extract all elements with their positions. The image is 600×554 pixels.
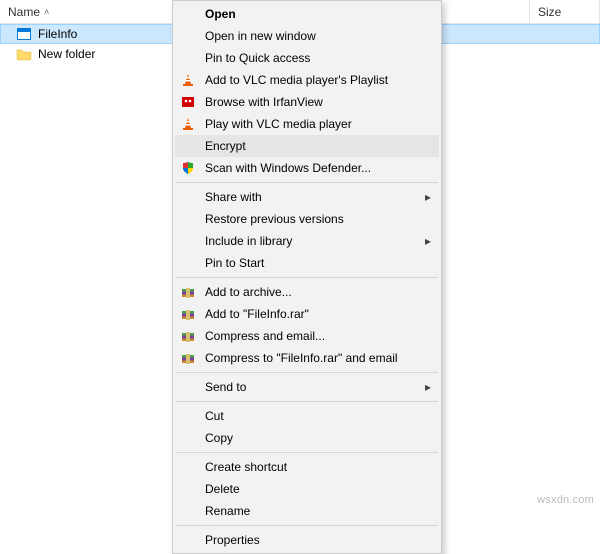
winrar-icon <box>177 347 199 369</box>
window-icon <box>16 26 32 42</box>
menu-label: Cut <box>205 409 419 423</box>
menu-encrypt[interactable]: Encrypt <box>175 135 439 157</box>
menu-properties[interactable]: Properties <box>175 529 439 551</box>
column-header-size-label: Size <box>538 5 561 19</box>
menu-label: Add to archive... <box>205 285 419 299</box>
menu-label: Rename <box>205 504 419 518</box>
winrar-icon <box>177 303 199 325</box>
blank-icon <box>177 456 199 478</box>
context-menu: Open Open in new window Pin to Quick acc… <box>172 0 442 554</box>
blank-icon <box>177 135 199 157</box>
blank-icon <box>177 3 199 25</box>
menu-cut[interactable]: Cut <box>175 405 439 427</box>
menu-separator <box>176 452 438 453</box>
menu-label: Add to VLC media player's Playlist <box>205 73 419 87</box>
menu-delete[interactable]: Delete <box>175 478 439 500</box>
menu-restore-previous[interactable]: Restore previous versions <box>175 208 439 230</box>
submenu-arrow-icon: ▸ <box>425 380 431 394</box>
menu-compress-rar-email[interactable]: Compress to "FileInfo.rar" and email <box>175 347 439 369</box>
menu-create-shortcut[interactable]: Create shortcut <box>175 456 439 478</box>
menu-pin-quick-access[interactable]: Pin to Quick access <box>175 47 439 69</box>
blank-icon <box>177 500 199 522</box>
blank-icon <box>177 25 199 47</box>
column-header-name-label: Name <box>8 5 40 19</box>
menu-rename[interactable]: Rename <box>175 500 439 522</box>
menu-label: Restore previous versions <box>205 212 419 226</box>
watermark: wsxdn.com <box>537 494 594 506</box>
menu-label: Send to <box>205 380 419 394</box>
menu-label: Copy <box>205 431 419 445</box>
blank-icon <box>177 529 199 551</box>
winrar-icon <box>177 325 199 347</box>
menu-copy[interactable]: Copy <box>175 427 439 449</box>
blank-icon <box>177 230 199 252</box>
menu-separator <box>176 372 438 373</box>
menu-add-rar[interactable]: Add to "FileInfo.rar" <box>175 303 439 325</box>
blank-icon <box>177 405 199 427</box>
menu-label: Create shortcut <box>205 460 419 474</box>
submenu-arrow-icon: ▸ <box>425 234 431 248</box>
menu-separator <box>176 525 438 526</box>
submenu-arrow-icon: ▸ <box>425 190 431 204</box>
menu-label: Share with <box>205 190 419 204</box>
menu-add-vlc-playlist[interactable]: Add to VLC media player's Playlist <box>175 69 439 91</box>
blank-icon <box>177 427 199 449</box>
menu-label: Properties <box>205 533 419 547</box>
menu-label: Include in library <box>205 234 419 248</box>
winrar-icon <box>177 281 199 303</box>
menu-open[interactable]: Open <box>175 3 439 25</box>
folder-icon <box>16 46 32 62</box>
sort-caret-icon: ˄ <box>44 7 49 17</box>
menu-label: Play with VLC media player <box>205 117 419 131</box>
menu-scan-defender[interactable]: Scan with Windows Defender... <box>175 157 439 179</box>
menu-label: Delete <box>205 482 419 496</box>
menu-compress-email[interactable]: Compress and email... <box>175 325 439 347</box>
menu-separator <box>176 401 438 402</box>
blank-icon <box>177 208 199 230</box>
menu-add-archive[interactable]: Add to archive... <box>175 281 439 303</box>
menu-label: Compress and email... <box>205 329 419 343</box>
menu-label: Scan with Windows Defender... <box>205 161 419 175</box>
menu-browse-irfanview[interactable]: Browse with IrfanView <box>175 91 439 113</box>
menu-label: Pin to Quick access <box>205 51 419 65</box>
menu-play-vlc[interactable]: Play with VLC media player <box>175 113 439 135</box>
blank-icon <box>177 376 199 398</box>
blank-icon <box>177 47 199 69</box>
menu-open-new-window[interactable]: Open in new window <box>175 25 439 47</box>
column-header-name[interactable]: Name ˄ <box>0 0 180 23</box>
irfanview-icon <box>177 91 199 113</box>
menu-label: Browse with IrfanView <box>205 95 419 109</box>
menu-label: Open in new window <box>205 29 419 43</box>
menu-pin-start[interactable]: Pin to Start <box>175 252 439 274</box>
menu-label: Pin to Start <box>205 256 419 270</box>
menu-label: Add to "FileInfo.rar" <box>205 307 419 321</box>
menu-label: Open <box>205 7 419 21</box>
vlc-icon <box>177 69 199 91</box>
column-header-size[interactable]: Size <box>530 0 600 23</box>
menu-include-library[interactable]: Include in library ▸ <box>175 230 439 252</box>
menu-label: Encrypt <box>205 139 419 153</box>
defender-icon <box>177 157 199 179</box>
file-item-label: FileInfo <box>38 27 77 41</box>
menu-separator <box>176 182 438 183</box>
menu-label: Compress to "FileInfo.rar" and email <box>205 351 419 365</box>
menu-separator <box>176 277 438 278</box>
vlc-icon <box>177 113 199 135</box>
file-item-label: New folder <box>38 47 95 61</box>
blank-icon <box>177 186 199 208</box>
blank-icon <box>177 252 199 274</box>
menu-share-with[interactable]: Share with ▸ <box>175 186 439 208</box>
blank-icon <box>177 478 199 500</box>
menu-send-to[interactable]: Send to ▸ <box>175 376 439 398</box>
